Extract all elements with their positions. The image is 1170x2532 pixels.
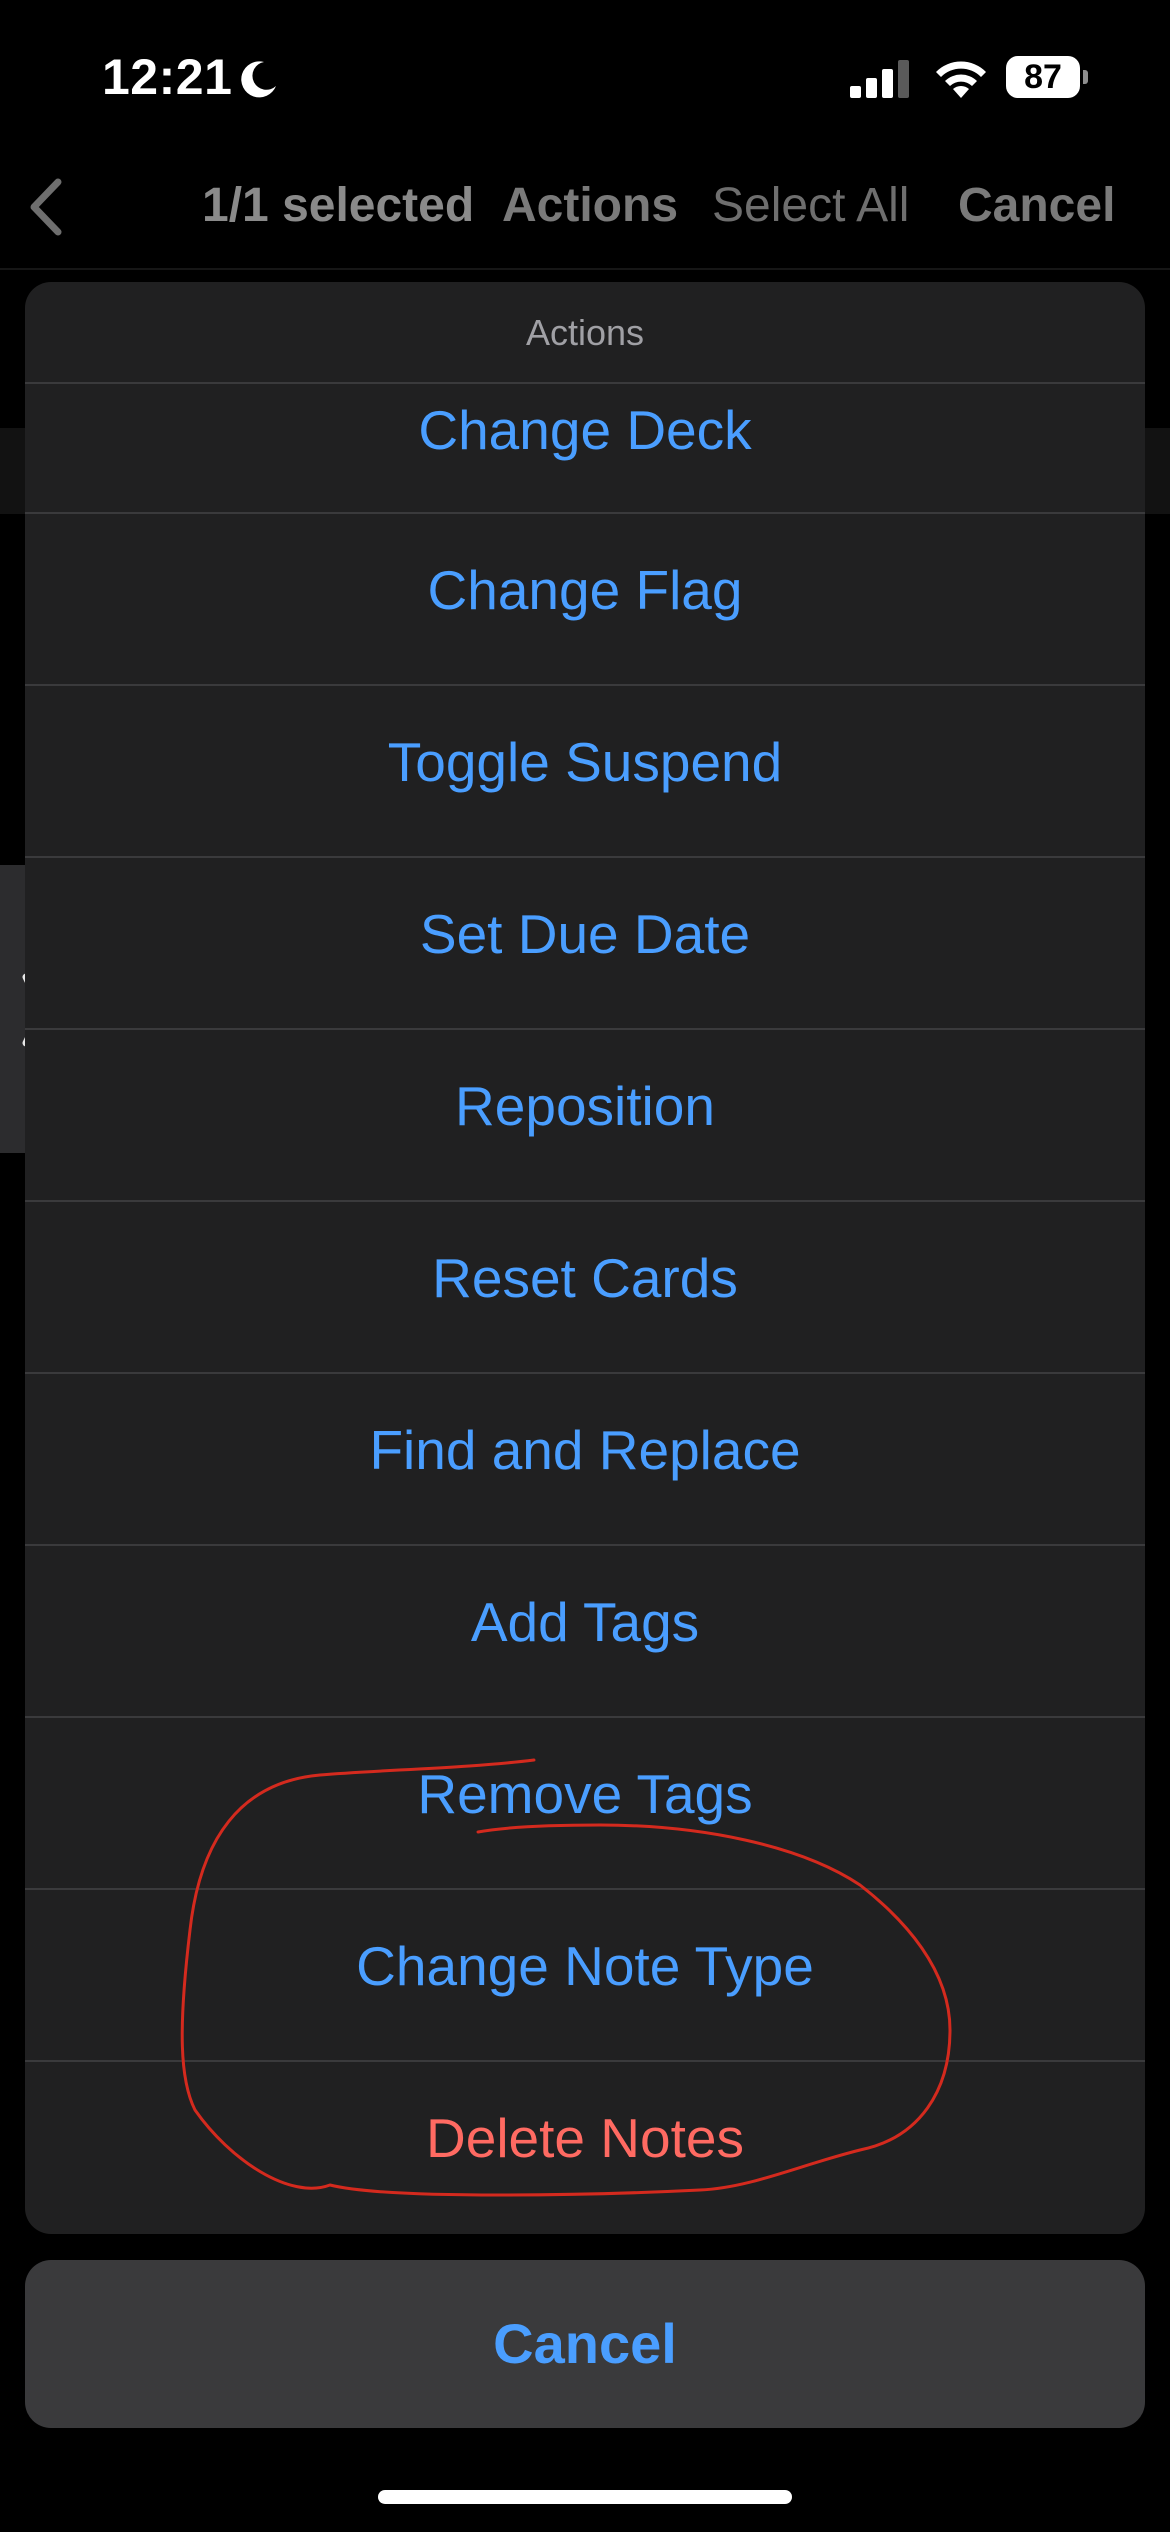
status-bar: 12:21 87 bbox=[0, 0, 1170, 150]
home-indicator bbox=[378, 2490, 792, 2504]
change-note-type-button[interactable]: Change Note Type bbox=[25, 1890, 1145, 2062]
change-deck-button[interactable]: Change Deck bbox=[25, 384, 1145, 514]
action-sheet: Actions Change Deck Change Flag Toggle S… bbox=[25, 282, 1145, 2234]
delete-notes-button[interactable]: Delete Notes bbox=[25, 2062, 1145, 2234]
change-flag-button[interactable]: Change Flag bbox=[25, 514, 1145, 686]
status-time: 12:21 bbox=[102, 49, 233, 105]
find-and-replace-button[interactable]: Find and Replace bbox=[25, 1374, 1145, 1546]
battery-icon: 87 bbox=[1006, 56, 1088, 98]
toggle-suspend-button[interactable]: Toggle Suspend bbox=[25, 686, 1145, 858]
signal-icon bbox=[850, 60, 909, 98]
select-all-button[interactable]: Select All bbox=[712, 178, 909, 233]
wifi-icon bbox=[936, 61, 986, 98]
reposition-button[interactable]: Reposition bbox=[25, 1030, 1145, 1202]
action-sheet-title: Actions bbox=[25, 282, 1145, 384]
set-due-date-button[interactable]: Set Due Date bbox=[25, 858, 1145, 1030]
cancel-button[interactable]: Cancel bbox=[25, 2260, 1145, 2428]
nav-actions-button[interactable]: Actions bbox=[502, 178, 678, 233]
add-tags-button[interactable]: Add Tags bbox=[25, 1546, 1145, 1718]
remove-tags-button[interactable]: Remove Tags bbox=[25, 1718, 1145, 1890]
moon-icon bbox=[241, 61, 276, 98]
chevron-left-icon[interactable] bbox=[24, 176, 68, 238]
nav-cancel-button[interactable]: Cancel bbox=[958, 178, 1115, 233]
selection-count: 1/1 selected bbox=[202, 179, 475, 232]
reset-cards-button[interactable]: Reset Cards bbox=[25, 1202, 1145, 1374]
battery-level: 87 bbox=[1024, 58, 1062, 96]
